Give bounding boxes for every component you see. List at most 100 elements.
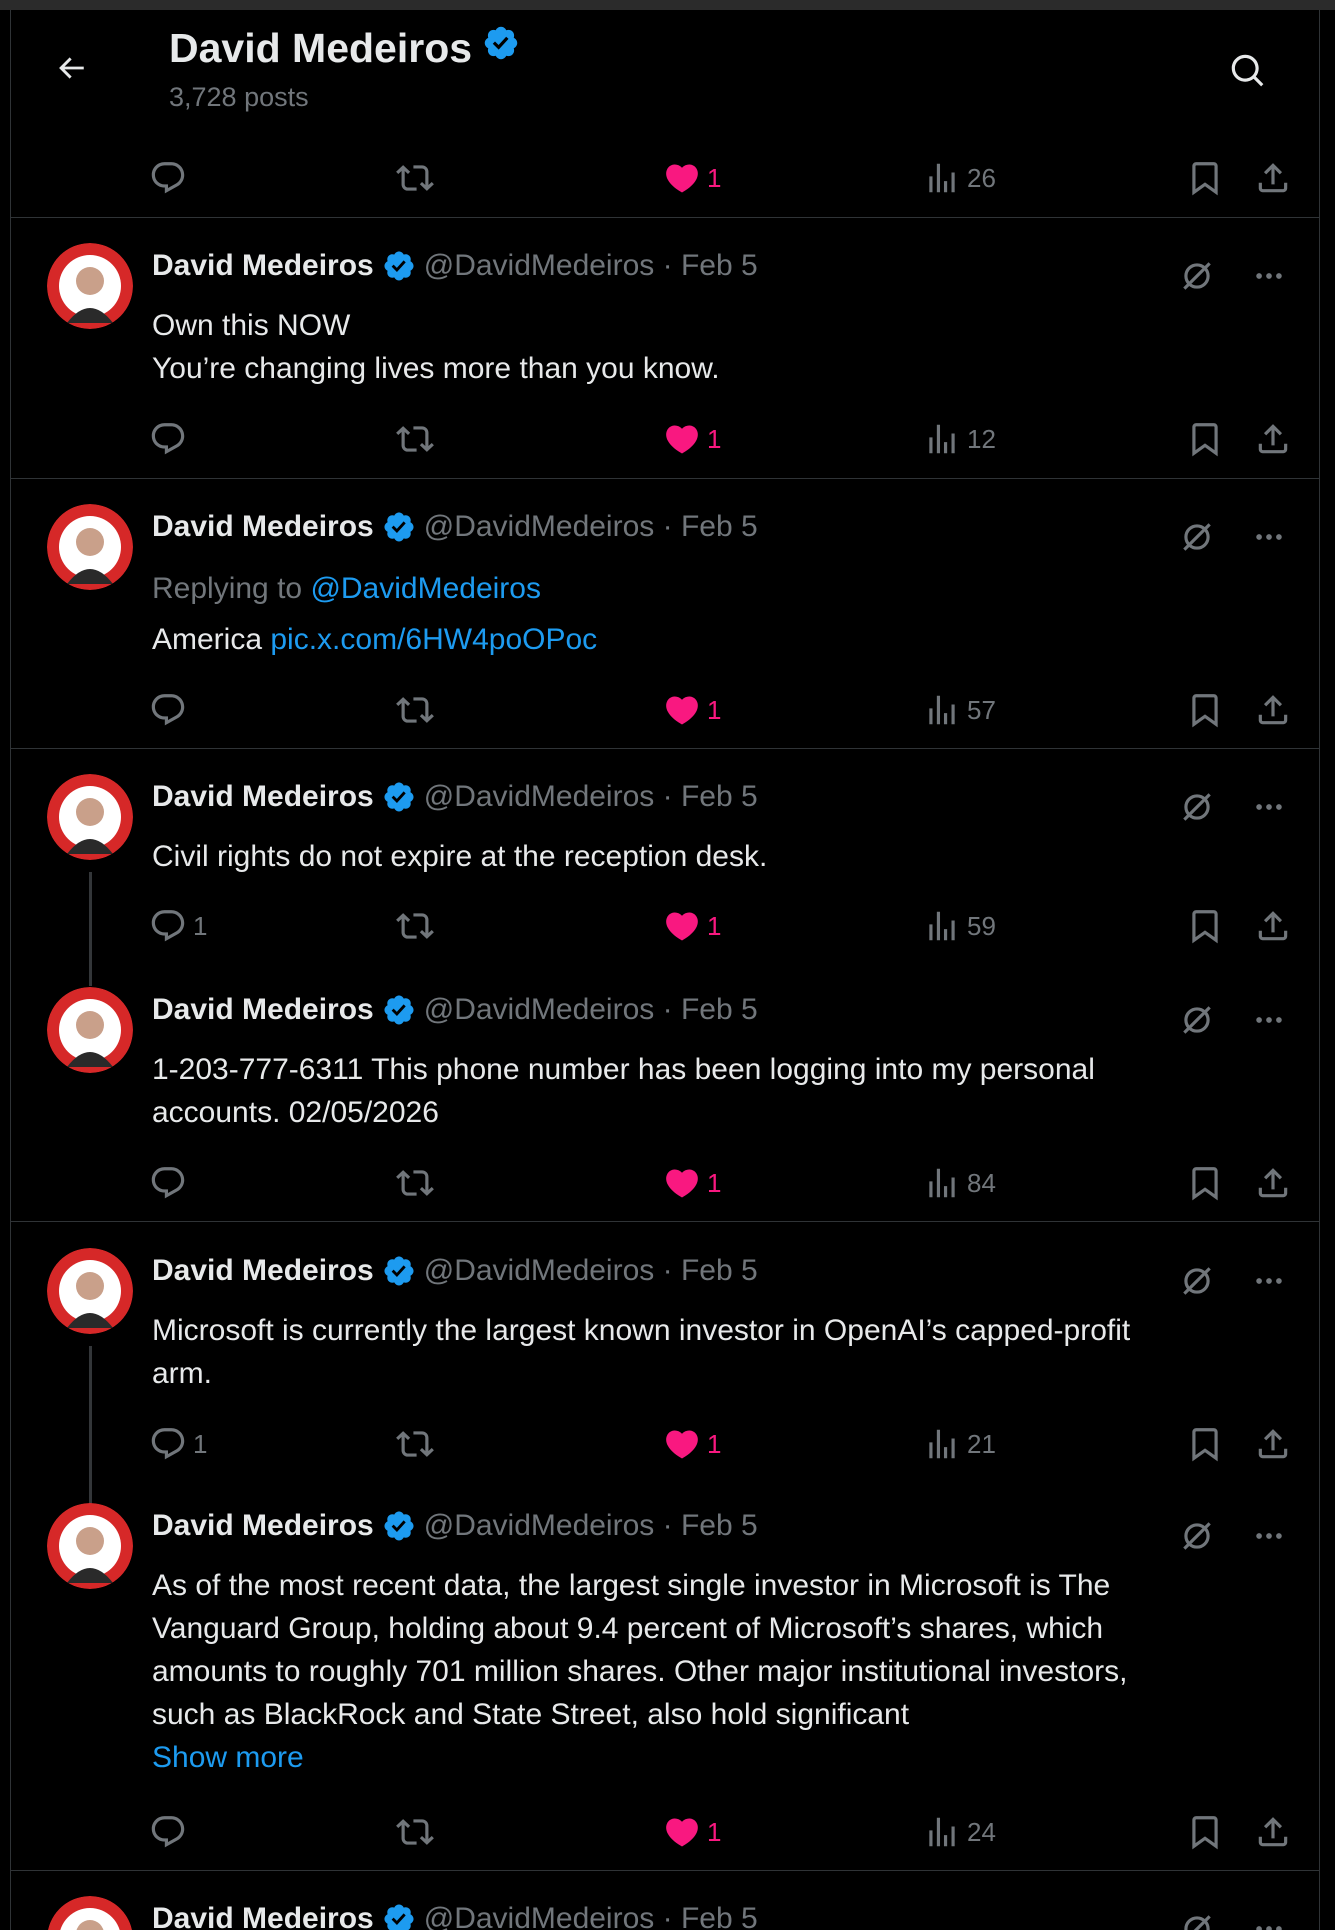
share-button[interactable]: [1254, 685, 1292, 735]
author-name[interactable]: David Medeiros: [152, 993, 374, 1027]
reply-button[interactable]: 1: [149, 901, 207, 951]
reply-button[interactable]: [149, 153, 193, 203]
share-button[interactable]: [1254, 1158, 1292, 1208]
bookmark-icon: [1192, 1167, 1218, 1201]
share-button[interactable]: [1254, 901, 1292, 951]
more-options-icon[interactable]: [1247, 998, 1291, 1042]
tweet-date[interactable]: Feb 5: [681, 780, 758, 814]
share-button[interactable]: [1254, 153, 1292, 203]
avatar[interactable]: [47, 987, 133, 1073]
author-name[interactable]: David Medeiros: [152, 1509, 374, 1543]
tweet-header: David Medeiros @DavidMedeiros · Feb 5: [152, 1506, 758, 1546]
more-options-icon[interactable]: [1247, 515, 1291, 559]
more-options-icon[interactable]: [1247, 785, 1291, 829]
reply-icon: [151, 423, 185, 455]
grok-icon[interactable]: [1175, 515, 1219, 559]
replying-to-link[interactable]: @DavidMedeiros: [310, 572, 541, 605]
reply-button[interactable]: [149, 414, 193, 464]
avatar[interactable]: [47, 774, 133, 860]
tweet-date[interactable]: Feb 5: [681, 249, 758, 283]
repost-button[interactable]: [396, 1807, 434, 1857]
share-icon: [1258, 163, 1288, 193]
avatar[interactable]: [47, 243, 133, 329]
tweet-text-line: Own this NOW: [152, 309, 351, 342]
tweet-date[interactable]: Feb 5: [681, 510, 758, 544]
author-handle[interactable]: @DavidMedeiros: [424, 993, 655, 1027]
tweet-header: David Medeiros @DavidMedeiros · Feb 5: [152, 777, 758, 817]
author-handle[interactable]: @DavidMedeiros: [424, 249, 655, 283]
bookmark-button[interactable]: [1186, 1419, 1224, 1469]
bookmark-button[interactable]: [1186, 414, 1224, 464]
bookmark-button[interactable]: [1186, 153, 1224, 203]
repost-button[interactable]: [396, 1158, 434, 1208]
author-name[interactable]: David Medeiros: [152, 1254, 374, 1288]
dot-separator: ·: [654, 1254, 681, 1287]
reply-button[interactable]: [149, 685, 193, 735]
views-button[interactable]: 26: [923, 153, 996, 203]
repost-button[interactable]: [396, 414, 434, 464]
avatar[interactable]: [47, 504, 133, 590]
tweet-date[interactable]: Feb 5: [681, 1254, 758, 1288]
reply-button[interactable]: [149, 1807, 193, 1857]
reply-button[interactable]: 1: [149, 1419, 207, 1469]
grok-icon[interactable]: [1175, 785, 1219, 829]
avatar[interactable]: [47, 1503, 133, 1589]
like-button[interactable]: 1: [663, 1807, 721, 1857]
more-options-icon[interactable]: [1247, 1259, 1291, 1303]
repost-button[interactable]: [396, 153, 434, 203]
grok-icon[interactable]: [1175, 1259, 1219, 1303]
repost-button[interactable]: [396, 685, 434, 735]
bookmark-button[interactable]: [1186, 1807, 1224, 1857]
tweet-date[interactable]: Feb 5: [681, 993, 758, 1027]
grok-icon[interactable]: [1175, 254, 1219, 298]
author-handle[interactable]: @DavidMedeiros: [424, 510, 655, 544]
author-handle[interactable]: @DavidMedeiros: [424, 1509, 655, 1543]
author-name[interactable]: David Medeiros: [152, 780, 374, 814]
author-name[interactable]: David Medeiros: [152, 249, 374, 283]
verified-badge-icon: [382, 249, 416, 283]
like-button[interactable]: 1: [663, 414, 721, 464]
avatar[interactable]: [47, 1248, 133, 1334]
author-name[interactable]: David Medeiros: [152, 510, 374, 544]
repost-button[interactable]: [396, 901, 434, 951]
tweet-date[interactable]: Feb 5: [681, 1509, 758, 1543]
search-icon[interactable]: [1225, 48, 1271, 94]
header-post-count: 3,728 posts: [169, 82, 309, 112]
more-options-icon[interactable]: [1247, 254, 1291, 298]
author-handle[interactable]: @DavidMedeiros: [424, 1902, 655, 1930]
reply-icon: [151, 694, 185, 726]
more-options-icon[interactable]: [1247, 1907, 1291, 1930]
share-button[interactable]: [1254, 1419, 1292, 1469]
like-button[interactable]: 1: [663, 1158, 721, 1208]
views-button[interactable]: 21: [923, 1419, 996, 1469]
show-more-link[interactable]: Show more: [152, 1736, 1292, 1779]
grok-icon[interactable]: [1175, 1907, 1219, 1930]
views-button[interactable]: 59: [923, 901, 996, 951]
share-button[interactable]: [1254, 414, 1292, 464]
bookmark-button[interactable]: [1186, 685, 1224, 735]
views-button[interactable]: 84: [923, 1158, 996, 1208]
reply-button[interactable]: [149, 1158, 193, 1208]
grok-icon[interactable]: [1175, 998, 1219, 1042]
bookmark-button[interactable]: [1186, 1158, 1224, 1208]
back-arrow-icon[interactable]: [49, 46, 93, 90]
like-button[interactable]: 1: [663, 901, 721, 951]
more-options-icon[interactable]: [1247, 1514, 1291, 1558]
share-button[interactable]: [1254, 1807, 1292, 1857]
author-handle[interactable]: @DavidMedeiros: [424, 1254, 655, 1288]
author-name[interactable]: David Medeiros: [152, 1902, 374, 1930]
views-button[interactable]: 57: [923, 685, 996, 735]
like-button[interactable]: 1: [663, 153, 721, 203]
views-icon: [929, 1168, 955, 1198]
views-button[interactable]: 12: [923, 414, 996, 464]
media-link[interactable]: pic.x.com/6HW4poOPoc: [270, 623, 597, 656]
like-button[interactable]: 1: [663, 685, 721, 735]
grok-icon[interactable]: [1175, 1514, 1219, 1558]
repost-button[interactable]: [396, 1419, 434, 1469]
bookmark-button[interactable]: [1186, 901, 1224, 951]
views-button[interactable]: 24: [923, 1807, 996, 1857]
avatar[interactable]: [47, 1896, 133, 1930]
author-handle[interactable]: @DavidMedeiros: [424, 780, 655, 814]
tweet-date[interactable]: Feb 5: [681, 1902, 758, 1930]
like-button[interactable]: 1: [663, 1419, 721, 1469]
